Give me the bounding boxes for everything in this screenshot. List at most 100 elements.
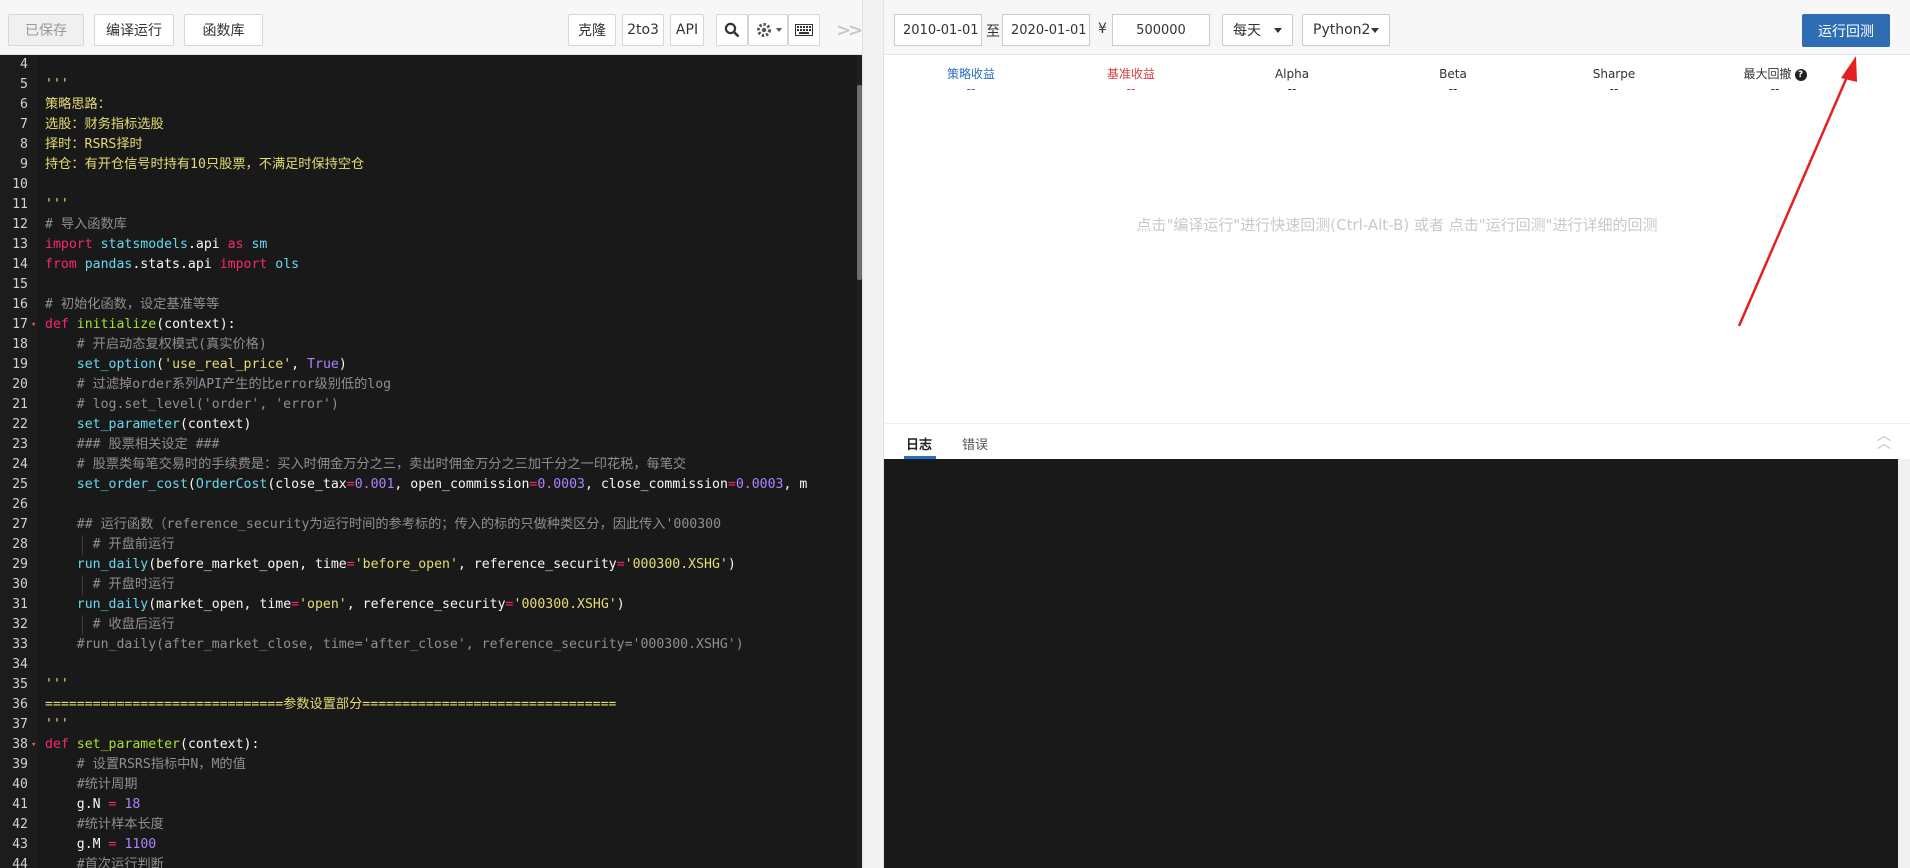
code-line: 41 g.N = 18 <box>0 795 862 815</box>
fold-toggle-icon[interactable]: ▾ <box>31 735 36 755</box>
line-number: 22 <box>12 417 28 432</box>
code-line: 7 选股：财务指标选股 <box>0 115 862 135</box>
line-number: 19 <box>12 357 28 372</box>
2to3-button[interactable]: 2to3 <box>622 14 664 46</box>
code-text: #首次运行判断 <box>45 857 164 868</box>
code-text: run_daily(market_open, time='open', refe… <box>76 597 625 612</box>
line-number: 14 <box>12 257 28 272</box>
metric-value: -- <box>1448 82 1458 96</box>
line-number: 12 <box>12 217 28 232</box>
line-number: 5 <box>20 77 28 92</box>
code-line: 29 run_daily(before_market_open, time='b… <box>0 555 862 575</box>
pane-splitter[interactable] <box>862 0 884 868</box>
code-text: #统计周期 <box>45 777 138 792</box>
code-text: ''' <box>45 717 69 732</box>
code-line: 24 # 股票类每笔交易时的手续费是：买入时佣金万分之三，卖出时佣金万分之三加千… <box>0 455 862 475</box>
editor-toolbar: 已保存 编译运行 函数库 克隆 2to3 API >> <box>0 0 863 55</box>
frequency-select[interactable]: 每天 <box>1222 14 1293 46</box>
help-icon[interactable]: ? <box>1794 69 1807 81</box>
code-line: 16 # 初始化函数，设定基准等等 <box>0 295 862 315</box>
code-editor[interactable]: 4 5 ''' 6 策略思路： 7 选股：财务指标选股 8 择时：RSRS择时 9 持仓：有开仓信号… <box>0 55 862 868</box>
capital-input[interactable]: 500000 <box>1112 14 1210 46</box>
line-number: 29 <box>12 557 28 572</box>
saved-button[interactable]: 已保存 <box>8 14 84 46</box>
code-line: 17 ▾ def initialize(context): <box>0 315 862 335</box>
line-number: 18 <box>12 337 28 352</box>
python-version-value: Python2 <box>1313 22 1371 38</box>
code-text: set_order_cost(OrderCost(close_tax=0.001… <box>76 477 808 492</box>
api-button[interactable]: API <box>670 14 704 46</box>
code-line: 31 run_daily(market_open, time='open', r… <box>0 595 862 615</box>
start-date-input[interactable]: 2010-01-01 <box>894 14 982 46</box>
tab-error[interactable]: 错误 <box>962 434 988 453</box>
code-line: 43 g.M = 1100 <box>0 835 862 855</box>
metric-value: -- <box>966 82 976 96</box>
line-number: 17 <box>12 317 28 332</box>
code-line: 11 ''' <box>0 195 862 215</box>
search-button[interactable] <box>716 14 748 46</box>
log-tabs: 日志 错误 ︿ ︿ <box>884 423 1910 459</box>
code-text: # 收盘后运行 <box>45 617 175 632</box>
end-date-input[interactable]: 2020-01-01 <box>1002 14 1090 46</box>
date-range-separator: 至 <box>986 24 1000 40</box>
code-line: 27 ## 运行函数（reference_security为运行时间的参考标的；… <box>0 515 862 535</box>
code-text: 策略思路： <box>45 97 111 112</box>
function-library-button[interactable]: 函数库 <box>184 14 263 46</box>
run-backtest-button[interactable]: 运行回测 <box>1802 14 1890 47</box>
line-number: 24 <box>12 457 28 472</box>
app-root: 已保存 编译运行 函数库 克隆 2to3 API >> 4 5 ''' 6 策略思路： 7… <box>0 0 1910 868</box>
tab-log[interactable]: 日志 <box>906 434 932 453</box>
gear-icon <box>756 23 771 37</box>
collapse-editor-icon[interactable]: >> <box>836 20 863 41</box>
line-number: 42 <box>12 817 28 832</box>
line-number: 21 <box>12 397 28 412</box>
compile-run-button[interactable]: 编译运行 <box>94 14 174 46</box>
code-text: #统计样本长度 <box>45 817 164 832</box>
code-text: ==============================参数设置部分====… <box>45 697 617 712</box>
code-line: 42 #统计样本长度 <box>0 815 862 835</box>
code-text: 持仓：有开仓信号时持有10只股票，不满足时保持空仓 <box>45 157 365 172</box>
code-text: 选股：财务指标选股 <box>45 117 164 132</box>
metric-label-text: 最大回撤 <box>1743 67 1792 81</box>
frequency-value: 每天 <box>1233 23 1261 39</box>
metric-label-text: Beta <box>1439 67 1467 81</box>
line-number: 36 <box>12 697 28 712</box>
line-number: 30 <box>12 577 28 592</box>
fold-toggle-icon[interactable]: ▾ <box>31 315 36 335</box>
code-text: # 开盘前运行 <box>45 537 175 552</box>
code-line: 35 ''' <box>0 675 862 695</box>
code-text: # 股票类每笔交易时的手续费是：买入时佣金万分之三，卖出时佣金万分之三加千分之一… <box>45 457 687 472</box>
python-version-select[interactable]: Python2 <box>1302 14 1390 46</box>
log-console[interactable] <box>884 459 1898 868</box>
line-number: 40 <box>12 777 28 792</box>
editor-pane: 已保存 编译运行 函数库 克隆 2to3 API >> 4 5 ''' 6 策略思路： 7… <box>0 0 863 868</box>
metric-label-text: Sharpe <box>1592 67 1636 81</box>
line-number: 35 <box>12 677 28 692</box>
code-line: 39 # 设置RSRS指标中N，M的值 <box>0 755 862 775</box>
keyboard-button[interactable] <box>788 14 820 46</box>
chevron-down-icon <box>775 28 782 32</box>
metric-label: Alpha <box>1242 66 1342 82</box>
code-line: 38 ▾ def set_parameter(context): <box>0 735 862 755</box>
line-number: 25 <box>12 477 28 492</box>
line-number: 4 <box>20 57 28 72</box>
code-line: 5 ''' <box>0 75 862 95</box>
code-text: # 初始化函数，设定基准等等 <box>45 297 220 312</box>
expand-log-icon[interactable]: ︿ ︿ <box>1877 429 1891 451</box>
line-number: 10 <box>12 177 28 192</box>
metric-5: 最大回撤? -- <box>1725 66 1825 96</box>
code-line: 33 #run_daily(after_market_close, time='… <box>0 635 862 655</box>
metric-value: -- <box>1287 82 1297 96</box>
settings-button[interactable] <box>748 14 788 46</box>
code-text: def set_parameter(context): <box>45 737 260 752</box>
code-text: # log.set_level('order', 'error') <box>45 397 339 412</box>
right-pane-scrollbar[interactable] <box>1898 459 1910 868</box>
line-number: 27 <box>12 517 28 532</box>
code-text: run_daily(before_market_open, time='befo… <box>76 557 736 572</box>
code-line: 20 # 过滤掉order系列API产生的比error级别低的log <box>0 375 862 395</box>
clone-button[interactable]: 克隆 <box>568 14 616 46</box>
metric-label: Beta <box>1403 66 1503 82</box>
line-number: 11 <box>12 197 28 212</box>
line-number: 13 <box>12 237 28 252</box>
code-text: # 导入函数库 <box>45 217 127 232</box>
